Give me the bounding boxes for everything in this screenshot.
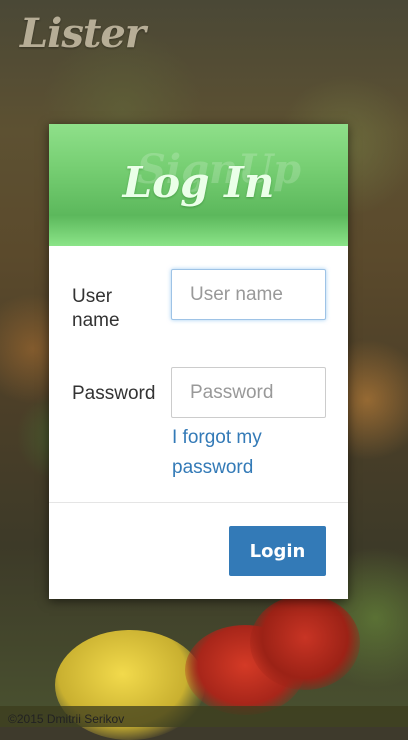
username-label: User name	[72, 286, 120, 331]
forgot-password-link[interactable]: I forgot my password	[172, 423, 292, 483]
background-tomato-2	[250, 595, 360, 690]
password-label: Password	[72, 383, 156, 404]
modal-title: Log In	[122, 158, 275, 207]
login-modal: SignUp Log In User name Password I forgo…	[49, 124, 348, 599]
password-input[interactable]	[171, 367, 326, 418]
modal-divider	[49, 502, 348, 503]
login-button[interactable]: Login	[229, 526, 326, 576]
username-input[interactable]	[171, 269, 326, 320]
footer-copyright: ©2015 Dmitrii Serikov	[0, 706, 408, 727]
modal-header: SignUp Log In	[49, 124, 348, 246]
app-logo[interactable]: Lister	[20, 10, 146, 57]
